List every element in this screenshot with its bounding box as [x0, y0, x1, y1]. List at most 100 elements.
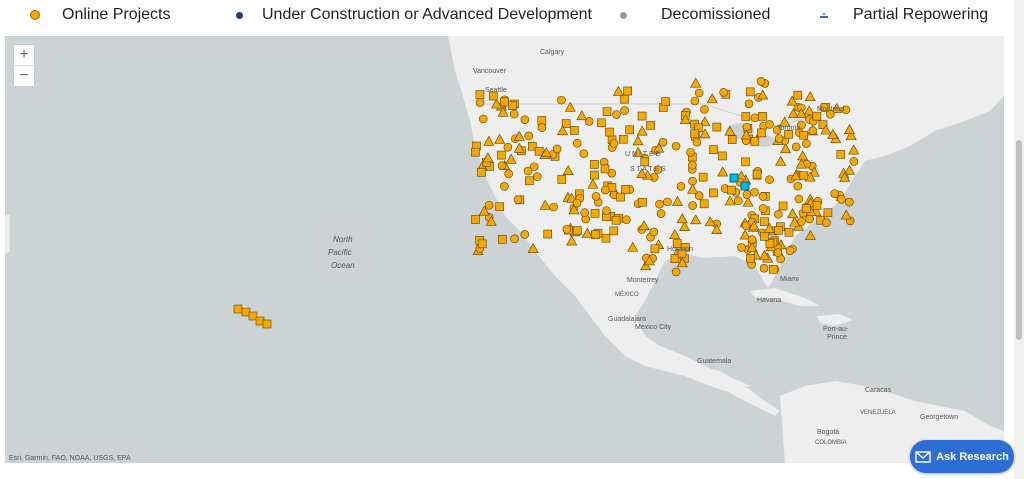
project-marker[interactable]: [741, 157, 750, 167]
project-marker[interactable]: [756, 77, 766, 86]
project-marker[interactable]: [760, 217, 769, 227]
project-marker[interactable]: [623, 86, 633, 96]
project-marker[interactable]: [784, 227, 794, 237]
project-marker[interactable]: [612, 110, 621, 119]
project-marker[interactable]: [845, 197, 854, 207]
project-marker[interactable]: [737, 243, 746, 252]
project-marker[interactable]: [690, 129, 699, 139]
project-marker[interactable]: [773, 248, 783, 257]
project-marker[interactable]: [495, 202, 505, 212]
project-marker[interactable]: [774, 134, 784, 143]
project-marker[interactable]: [768, 264, 778, 274]
project-marker[interactable]: [601, 233, 611, 243]
project-marker[interactable]: [520, 230, 530, 239]
project-marker[interactable]: [509, 109, 519, 119]
project-marker[interactable]: [520, 115, 530, 124]
scrollbar-thumb[interactable]: [1016, 140, 1022, 340]
project-marker[interactable]: [580, 208, 589, 218]
project-marker[interactable]: [471, 147, 480, 157]
project-marker[interactable]: [823, 208, 833, 218]
project-marker[interactable]: [719, 87, 728, 97]
project-marker[interactable]: [785, 246, 795, 255]
project-marker[interactable]: [758, 204, 768, 213]
project-marker[interactable]: [698, 172, 708, 182]
project-marker[interactable]: [759, 263, 769, 273]
project-marker[interactable]: [500, 182, 509, 191]
project-marker[interactable]: [757, 128, 766, 138]
project-marker[interactable]: [579, 149, 589, 158]
project-marker[interactable]: [471, 215, 480, 224]
project-marker[interactable]: [676, 182, 686, 191]
project-marker[interactable]: [498, 234, 507, 244]
project-marker[interactable]: [590, 170, 599, 180]
project-marker[interactable]: [557, 175, 567, 184]
project-marker[interactable]: [837, 194, 846, 204]
project-marker[interactable]: [646, 121, 655, 130]
project-marker[interactable]: [590, 209, 600, 218]
project-marker[interactable]: [534, 147, 544, 156]
project-marker[interactable]: [750, 113, 760, 123]
project-marker[interactable]: [727, 135, 737, 144]
project-marker[interactable]: [802, 139, 811, 148]
project-marker[interactable]: [688, 201, 697, 210]
project-marker[interactable]: [773, 209, 783, 219]
project-marker[interactable]: [812, 201, 822, 210]
project-marker[interactable]: [621, 185, 630, 194]
project-marker[interactable]: [699, 199, 709, 209]
project-marker[interactable]: [655, 199, 664, 209]
project-marker[interactable]: [709, 145, 718, 154]
project-marker[interactable]: [808, 126, 818, 135]
project-marker[interactable]: [616, 192, 625, 202]
zoom-out-button[interactable]: −: [14, 65, 34, 86]
project-marker[interactable]: [602, 206, 611, 215]
project-marker[interactable]: [709, 188, 718, 198]
project-marker[interactable]: [591, 191, 601, 201]
project-marker[interactable]: [475, 90, 485, 99]
project-marker[interactable]: [830, 189, 839, 198]
project-marker[interactable]: [799, 130, 808, 140]
project-marker[interactable]: [661, 97, 670, 106]
project-marker[interactable]: [637, 111, 647, 121]
project-marker[interactable]: [650, 244, 660, 254]
project-marker[interactable]: [600, 164, 610, 174]
project-marker[interactable]: [510, 234, 519, 244]
project-marker[interactable]: [744, 99, 754, 109]
project-marker[interactable]: [233, 304, 243, 314]
project-marker[interactable]: [602, 107, 612, 117]
project-marker[interactable]: [671, 267, 681, 277]
project-marker[interactable]: [750, 137, 760, 146]
project-marker[interactable]: [793, 90, 803, 100]
project-marker[interactable]: [801, 204, 811, 213]
project-marker[interactable]: [504, 169, 513, 179]
project-marker[interactable]: [484, 200, 494, 210]
project-marker[interactable]: [620, 106, 629, 115]
project-marker[interactable]: [609, 226, 619, 236]
project-marker[interactable]: [656, 209, 666, 218]
project-marker[interactable]: [572, 226, 582, 235]
project-marker[interactable]: [778, 201, 788, 211]
project-marker[interactable]: [688, 160, 697, 170]
project-marker[interactable]: [727, 185, 736, 195]
project-marker[interactable]: [499, 97, 509, 107]
project-marker[interactable]: [497, 161, 507, 170]
project-marker[interactable]: [503, 142, 513, 152]
project-marker[interactable]: [497, 150, 506, 160]
project-marker[interactable]: [524, 131, 534, 141]
project-marker[interactable]: [849, 157, 859, 166]
project-marker[interactable]: [537, 123, 547, 132]
project-marker[interactable]: [262, 319, 272, 329]
project-marker[interactable]: [609, 139, 619, 148]
project-marker[interactable]: [712, 122, 722, 132]
project-marker[interactable]: [508, 101, 517, 110]
project-marker[interactable]: [561, 119, 571, 128]
project-marker[interactable]: [640, 157, 650, 167]
ask-research-button[interactable]: Ask Research: [910, 440, 1014, 473]
project-marker[interactable]: [700, 104, 709, 114]
project-marker[interactable]: [718, 151, 727, 161]
project-marker[interactable]: [663, 197, 672, 207]
project-marker[interactable]: [552, 144, 562, 154]
map-view[interactable]: Calgary Vancouver Seattle Montreal Toron…: [5, 36, 1004, 463]
project-marker[interactable]: [562, 224, 572, 234]
project-marker[interactable]: [752, 169, 762, 179]
project-marker[interactable]: [658, 137, 668, 147]
